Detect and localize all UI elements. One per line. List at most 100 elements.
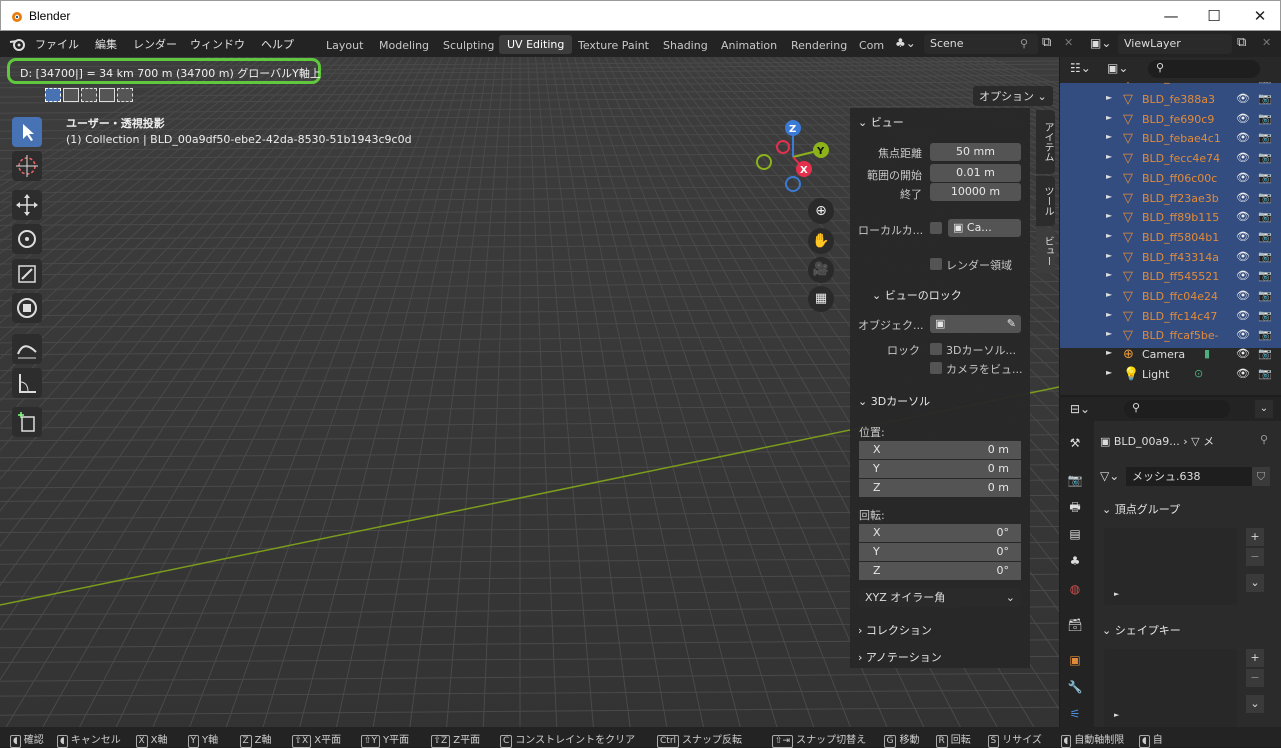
render-camera-icon[interactable]: 📷 <box>1258 367 1272 380</box>
outliner-search-input[interactable]: ⚲ <box>1148 60 1260 78</box>
outliner-item[interactable]: ►▽BLD_fe546ba👁📷 <box>1060 82 1281 90</box>
expand-triangle-icon[interactable]: ► <box>1106 113 1112 122</box>
cursor-location-y-field[interactable]: Y 0 m <box>859 460 1021 478</box>
select-intersect-icon[interactable] <box>117 88 133 102</box>
outliner-item[interactable]: ► ▽ BLD_ffc14c47 👁 📷 <box>1060 307 1281 327</box>
visibility-eye-icon[interactable]: 👁 <box>1236 367 1250 380</box>
pin-icon[interactable]: ⚲ <box>1020 37 1028 50</box>
outliner-item[interactable]: ► ▽ BLD_ff89b115 👁 📷 <box>1060 208 1281 228</box>
local-camera-checkbox[interactable] <box>930 222 942 234</box>
select-subtract-icon[interactable] <box>81 88 97 102</box>
outliner-item[interactable]: ► ▽ BLD_ffc04e24 👁 📷 <box>1060 287 1281 307</box>
render-camera-icon[interactable]: 📷 <box>1258 210 1272 223</box>
properties-search-input[interactable]: ⚲ <box>1124 400 1230 418</box>
cursor-location-x-field[interactable]: X 0 m <box>859 441 1021 459</box>
cursor-rotation-y-field[interactable]: Y 0° <box>859 543 1021 561</box>
outliner-item[interactable]: ► ▽ BLD_ffcaf5be- 👁 📷 <box>1060 326 1281 346</box>
expand-triangle-icon[interactable]: ► <box>1106 172 1112 181</box>
remove-vertex-group-button[interactable]: − <box>1246 548 1264 566</box>
navigation-gizmo[interactable]: Z Y X <box>752 117 838 197</box>
tab-rendering[interactable]: Rendering <box>791 39 847 52</box>
expand-triangle-icon[interactable]: ► <box>1114 711 1119 719</box>
outliner-item-light[interactable]: ► 💡 Light ⊙ 👁 📷 <box>1060 365 1281 385</box>
visibility-eye-icon[interactable]: 👁 <box>1236 328 1250 341</box>
outliner-item[interactable]: ► ▽ BLD_fe388a3 👁 📷 <box>1060 90 1281 110</box>
maximize-button[interactable]: ☐ <box>1199 5 1229 27</box>
render-camera-icon[interactable]: 📷 <box>1258 171 1272 184</box>
ortho-grid-icon[interactable]: ▦ <box>808 286 834 312</box>
display-mode-icon[interactable]: ☷⌄ <box>1070 61 1091 75</box>
world-tab-icon[interactable]: ◍ <box>1066 580 1084 598</box>
select-tool-button[interactable] <box>12 117 42 147</box>
new-scene-icon[interactable]: ⧉ <box>1042 35 1051 50</box>
blender-menu-icon[interactable] <box>9 37 26 51</box>
render-camera-icon[interactable]: 📷 <box>1258 309 1272 322</box>
chevron-down-icon[interactable]: ⌄ <box>1255 400 1273 418</box>
render-camera-icon[interactable]: 📷 <box>1258 191 1272 204</box>
scene-icon[interactable]: ♣⌄ <box>895 36 916 50</box>
visibility-eye-icon[interactable]: 👁 <box>1236 191 1250 204</box>
lock-camera-checkbox[interactable] <box>930 362 942 374</box>
scene-tab-icon[interactable]: ♣ <box>1066 552 1084 570</box>
expand-triangle-icon[interactable]: ► <box>1106 310 1112 319</box>
delete-scene-icon[interactable]: ✕ <box>1064 36 1073 49</box>
close-button[interactable]: ✕ <box>1245 5 1275 27</box>
visibility-eye-icon[interactable]: 👁 <box>1236 289 1250 302</box>
render-region-checkbox[interactable] <box>930 258 942 270</box>
outliner-item-camera[interactable]: ► ⊕ Camera ▮ 👁 📷 <box>1060 345 1281 365</box>
zoom-icon[interactable]: ⊕ <box>808 198 834 224</box>
rotate-tool-button[interactable] <box>12 224 42 254</box>
render-camera-icon[interactable]: 📷 <box>1258 289 1272 302</box>
tab-view[interactable]: ビュー <box>1036 228 1055 273</box>
editor-type-icon[interactable]: ⊟⌄ <box>1070 402 1090 416</box>
scale-tool-button[interactable] <box>12 259 42 289</box>
outliner-item[interactable]: ► ▽ BLD_ff06c00c 👁 📷 <box>1060 169 1281 189</box>
cursor-rotation-x-field[interactable]: X 0° <box>859 524 1021 542</box>
render-camera-icon[interactable]: 📷 <box>1258 131 1272 144</box>
options-dropdown[interactable]: オプション ⌄ <box>973 86 1053 106</box>
render-camera-icon[interactable]: 📷 <box>1258 82 1272 84</box>
transform-tool-button[interactable] <box>12 293 42 323</box>
view-section-header[interactable]: ⌄ ビュー <box>858 114 904 130</box>
outliner-item[interactable]: ► ▽ BLD_ff545521 👁 📷 <box>1060 267 1281 287</box>
select-invert-icon[interactable] <box>99 88 115 102</box>
camera-view-icon[interactable]: 🎥 <box>808 257 834 283</box>
render-camera-icon[interactable]: 📷 <box>1258 328 1272 341</box>
new-view-layer-icon[interactable]: ⧉ <box>1237 35 1246 50</box>
tab-sculpting[interactable]: Sculpting <box>443 39 494 52</box>
visibility-eye-icon[interactable]: 👁 <box>1236 210 1250 223</box>
render-camera-icon[interactable]: 📷 <box>1258 112 1272 125</box>
rotation-mode-dropdown[interactable]: XYZ オイラー角 ⌄ <box>859 588 1021 607</box>
add-cube-tool-button[interactable] <box>12 407 42 437</box>
lock-cursor-checkbox[interactable] <box>930 343 942 355</box>
tab-tool[interactable]: ツール <box>1036 176 1055 226</box>
pan-hand-icon[interactable]: ✋ <box>808 228 834 254</box>
select-extend-icon[interactable] <box>63 88 79 102</box>
visibility-eye-icon[interactable]: 👁 <box>1236 151 1250 164</box>
expand-triangle-icon[interactable]: ► <box>1114 590 1119 598</box>
visibility-eye-icon[interactable]: 👁 <box>1236 131 1250 144</box>
visibility-eye-icon[interactable]: 👁 <box>1236 309 1250 322</box>
render-camera-icon[interactable]: 📷 <box>1258 347 1272 360</box>
expand-triangle-icon[interactable]: ► <box>1106 348 1112 357</box>
add-vertex-group-button[interactable]: + <box>1246 528 1264 546</box>
menu-render[interactable]: レンダー <box>133 36 177 52</box>
view-lock-header[interactable]: ⌄ ビューのロック <box>872 287 962 303</box>
visibility-eye-icon[interactable]: 👁 <box>1236 171 1250 184</box>
tab-animation[interactable]: Animation <box>721 39 777 52</box>
modifier-tab-icon[interactable]: 🔧 <box>1066 678 1084 696</box>
tab-item[interactable]: アイテム <box>1036 110 1055 174</box>
object-tab-icon[interactable]: ▣ <box>1066 651 1084 669</box>
outliner-item[interactable]: ► ▽ BLD_fecc4e74 👁 📷 <box>1060 149 1281 169</box>
visibility-eye-icon[interactable]: 👁 <box>1236 82 1250 84</box>
expand-triangle-icon[interactable]: ► <box>1106 329 1112 338</box>
tool-settings-tab-icon[interactable]: ⚒ <box>1066 434 1084 452</box>
view-layer-field[interactable]: ViewLayer <box>1118 34 1232 54</box>
add-shape-key-button[interactable]: + <box>1246 649 1264 667</box>
menu-window[interactable]: ウィンドウ <box>190 36 245 52</box>
visibility-eye-icon[interactable]: 👁 <box>1236 92 1250 105</box>
delete-view-layer-icon[interactable]: ✕ <box>1262 36 1271 49</box>
visibility-eye-icon[interactable]: 👁 <box>1236 347 1250 360</box>
eyedropper-icon[interactable]: ✎ <box>1007 315 1016 333</box>
pin-icon[interactable]: ⚲ <box>1260 433 1268 446</box>
